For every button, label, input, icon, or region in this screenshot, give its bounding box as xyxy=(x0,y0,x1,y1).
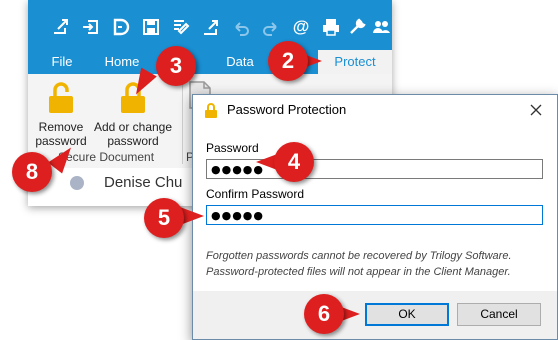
person-avatar-icon xyxy=(70,176,84,190)
ribbon-tabs: File Home Data Protect xyxy=(28,50,392,74)
warning-note: Forgotten passwords cannot be recovered … xyxy=(206,248,546,280)
remove-password-button[interactable]: Remove password xyxy=(35,82,87,154)
callout-marker-5: 5 xyxy=(144,198,184,238)
save-icon[interactable] xyxy=(140,16,162,38)
callout-marker-2: 2 xyxy=(268,41,308,81)
confirm-password-label: Confirm Password xyxy=(206,187,305,201)
unlocked-padlock-icon xyxy=(49,82,73,113)
import-icon[interactable] xyxy=(80,16,102,38)
remove-password-label-1: Remove xyxy=(38,120,84,134)
close-icon[interactable] xyxy=(525,99,547,121)
warning-note-line-2: Password-protected files will not appear… xyxy=(206,266,511,278)
padlock-icon xyxy=(205,103,217,118)
password-protection-dialog: Password Protection Password ●●●●● Confi… xyxy=(192,94,558,340)
print-preview-icon[interactable] xyxy=(320,16,342,38)
dialog-title: Password Protection xyxy=(227,102,347,117)
cancel-button[interactable]: Cancel xyxy=(457,303,541,326)
ok-button[interactable]: OK xyxy=(365,303,449,326)
edit-form-icon[interactable] xyxy=(170,16,192,38)
tab-data[interactable]: Data xyxy=(220,50,260,74)
add-change-password-label-1: Add or change xyxy=(93,120,173,134)
quick-access-toolbar: @ xyxy=(28,0,392,50)
callout-marker-6: 6 xyxy=(304,294,344,334)
wrench-icon[interactable] xyxy=(346,16,368,38)
trilogy-logo-icon[interactable] xyxy=(110,16,132,38)
export-icon[interactable] xyxy=(50,16,72,38)
users-icon[interactable] xyxy=(370,16,392,38)
dialog-button-bar: OK Cancel xyxy=(193,291,557,339)
warning-note-line-1: Forgotten passwords cannot be recovered … xyxy=(206,250,512,262)
person-name: Denise Chu xyxy=(104,174,183,191)
add-change-password-label-2: password xyxy=(107,134,159,148)
confirm-password-field[interactable]: ●●●●● xyxy=(206,205,543,225)
redo-icon[interactable] xyxy=(260,16,282,38)
tab-protect[interactable]: Protect xyxy=(318,50,392,74)
callout-marker-3: 3 xyxy=(156,46,196,86)
send-icon[interactable] xyxy=(200,16,222,38)
ribbon-group-divider xyxy=(182,78,183,164)
callout-marker-8: 8 xyxy=(12,152,52,192)
password-label: Password xyxy=(206,141,259,155)
callout-marker-4: 4 xyxy=(274,142,314,182)
email-at-icon[interactable]: @ xyxy=(290,16,312,38)
dialog-title-bar: Password Protection xyxy=(193,95,557,125)
undo-icon[interactable] xyxy=(230,16,252,38)
tab-file[interactable]: File xyxy=(42,50,82,74)
